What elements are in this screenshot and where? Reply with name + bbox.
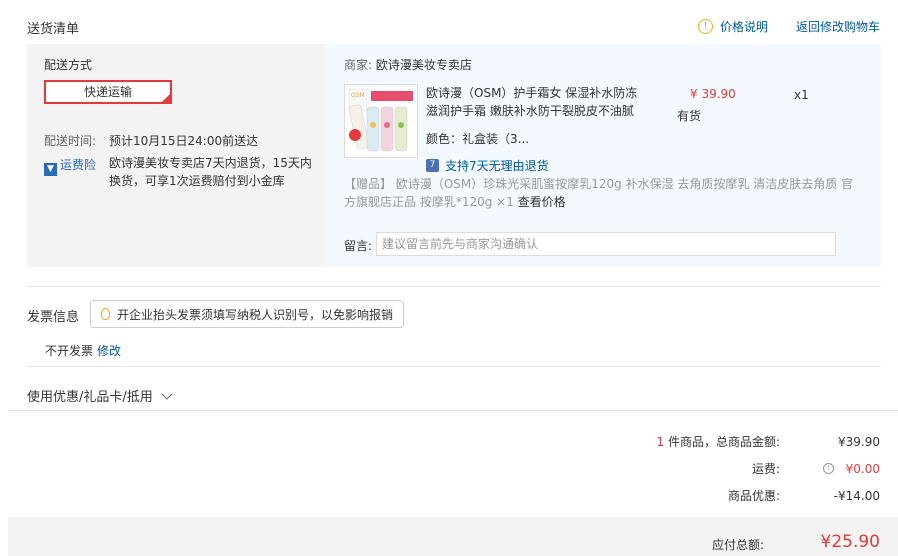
shipment-block: 配送方式 快递运输 配送时间: 预计10月15日24:00前送达 ▼ 运费险 欧诗… [27,44,881,267]
summary-goods-label: 1 件商品，总商品金额: [620,433,780,450]
product-quantity: x1 [794,88,809,102]
store-name: 欧诗漫美妆专卖店 [375,58,472,72]
store-panel: 商家: 欧诗漫美妆专卖店 OSM 欧诗漫（OSM）护手霜女 保湿补水防冻滋润护手… [325,44,881,267]
invoice-tip-text: 开企业抬头发票须填写纳税人识别号，以免影响报销 [117,307,394,322]
info-icon[interactable]: ! [822,463,834,474]
lightbulb-icon [101,308,110,320]
return-icon: 7 [426,159,439,172]
express-delivery-label: 快递运输 [83,85,132,99]
total-value: ¥25.90 [820,532,880,552]
summary-discount-row: 商品优惠: -¥14.00 [620,487,880,504]
delivery-method-label: 配送方式 [44,58,93,72]
discount-value: -¥14.00 [833,488,880,503]
stock-status: 有货 [677,109,702,123]
coupon-toggle[interactable]: 使用优惠/礼品卡/抵用 [27,386,173,405]
store-label-text: 商家: [344,58,373,72]
divider [27,366,881,367]
product-price: ¥ 39.90 [690,87,736,101]
insurance-icon: ▼ [44,163,57,176]
total-bar: 应付总额: ¥25.90 [8,517,898,556]
freight-value: ¥0.00 [845,461,880,476]
summary-freight-row: 运费: ! ¥0.00 [620,460,880,477]
svg-text:OSM: OSM [351,92,365,99]
info-icon: ! [697,19,713,34]
section-title: 送货清单 [27,22,80,37]
invoice-value-text: 不开发票 [45,344,94,358]
invoice-tip: 开企业抬头发票须填写纳税人识别号，以免影响报销 [90,300,405,328]
gift-info: 【赠品】 欧诗漫（OSM）珍珠光采肌蜜按摩乳120g 补水保湿 去角质按摩乳 清… [344,175,864,211]
chevron-down-icon [161,388,173,400]
selected-corner-icon [161,93,171,103]
product-title[interactable]: 欧诗漫（OSM）护手霜女 保湿补水防冻滋润护手霜 嫩肤补水防干裂脱皮不油腻 [426,84,642,120]
gift-price-link[interactable]: 查看价格 [518,195,566,209]
divider [8,410,898,411]
item-count-label: 件商品，总商品金额: [667,435,780,449]
freight-value-wrap: ! ¥0.00 [780,462,880,476]
return-policy: 7 支持7天无理由退货 [426,157,549,174]
insurance-badge-label: 运费险 [60,158,97,172]
insurance-badge[interactable]: ▼ 运费险 [44,156,96,176]
price-info-label: 价格说明 [719,20,768,34]
message-label: 留言: [344,239,373,253]
return-policy-label: 支持7天无理由退货 [445,159,549,173]
express-delivery-option[interactable]: 快递运输 [44,80,172,104]
store-label: 商家: 欧诗漫美妆专卖店 [344,56,472,73]
delivery-time-label: 配送时间: [44,134,97,148]
freight-label: 运费: [751,462,780,476]
item-count: 1 [656,435,665,449]
divider [27,286,881,287]
invoice-value: 不开发票 修改 [45,342,121,359]
back-to-cart-link[interactable]: 返回修改购物车 [796,18,880,35]
discount-label: 商品优惠: [727,489,780,503]
invoice-title: 发票信息 [27,310,80,325]
price-info-link[interactable]: ! 价格说明 [697,18,768,35]
insurance-text: 欧诗漫美妆专卖店7天内退货，15天内换货，可享1次运费赔付到小金库 [109,156,312,188]
coupon-label: 使用优惠/礼品卡/抵用 [27,390,153,405]
product-color: 颜色：礼盒装（3... [426,132,530,146]
goods-amount: ¥39.90 [838,434,880,449]
delivery-time-value: 预计10月15日24:00前送达 [109,134,259,148]
header-actions: ! 价格说明 返回修改购物车 [697,18,880,35]
product-image[interactable]: OSM [344,84,418,158]
gift-text: 【赠品】 欧诗漫（OSM）珍珠光采肌蜜按摩乳120g 补水保湿 去角质按摩乳 清… [344,177,854,209]
total-label: 应付总额: [711,538,764,552]
message-input[interactable]: 建议留言前先与商家沟通确认 [376,232,836,256]
summary-goods-row: 1 件商品，总商品金额: ¥39.90 [620,433,880,450]
invoice-edit-link[interactable]: 修改 [97,344,121,358]
delivery-panel: 配送方式 快递运输 配送时间: 预计10月15日24:00前送达 ▼ 运费险 欧诗… [27,44,325,267]
